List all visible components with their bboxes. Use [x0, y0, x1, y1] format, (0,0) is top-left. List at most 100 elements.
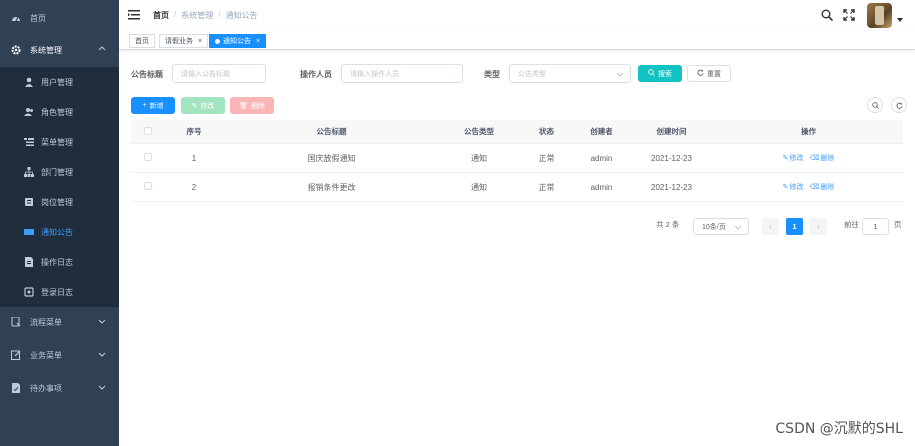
chevron-left-icon: ‹ [769, 222, 772, 231]
cell-status: 正常 [538, 153, 555, 163]
table-header: 序号 公告标题 公告类型 状态 创建者 创建时间 操作 [131, 120, 903, 144]
cell-status: 正常 [538, 182, 555, 192]
avatar[interactable] [867, 3, 892, 28]
chevron-up-icon [97, 44, 107, 54]
next-page-button[interactable]: › [810, 218, 827, 235]
column-header: 公告标题 [316, 127, 347, 136]
tag-leave[interactable]: 请假业务 × [159, 34, 209, 48]
flow-icon [11, 317, 21, 327]
row-delete-link[interactable]: ⌫ 删除 [809, 182, 834, 192]
column-header: 状态 [539, 127, 554, 136]
sidebar-item-menus[interactable]: 菜单管理 [0, 127, 119, 157]
watermark: CSDN @沉默的SHL [775, 421, 903, 437]
toggle-search-button[interactable] [867, 97, 883, 113]
cell-creator: admin [590, 153, 613, 163]
tag-label: 请假业务 [165, 38, 193, 45]
delete-button[interactable]: 🗑 删除 [230, 97, 274, 114]
todo-icon [11, 383, 21, 393]
breadcrumb: 首页 / 系统管理 / 通知公告 [153, 10, 258, 21]
breadcrumb-item: 系统管理 [181, 11, 214, 20]
row-delete-link[interactable]: ⌫ 删除 [809, 153, 834, 163]
search-button[interactable]: 搜索 [638, 65, 682, 82]
sidebar-item-notices[interactable]: 通知公告 [0, 217, 119, 247]
sidebar-item-roles[interactable]: 角色管理 [0, 97, 119, 127]
search-icon[interactable] [821, 9, 834, 23]
reset-button[interactable]: 重置 [687, 65, 731, 82]
goto-label: 前往 [844, 220, 859, 229]
row-checkbox[interactable] [143, 182, 152, 190]
select-all-checkbox[interactable] [143, 126, 152, 135]
search-icon [648, 69, 655, 78]
operator-input[interactable]: 请输入操作人员 [341, 64, 463, 83]
sidebar-item-label: 菜单管理 [41, 137, 73, 147]
tag-label: 首页 [135, 38, 149, 45]
sidebar-item-users[interactable]: 用户管理 [0, 67, 119, 97]
notice-title-input[interactable]: 请输入公告标题 [172, 64, 266, 83]
cell-title: 报销条件更改 [307, 182, 356, 192]
sidebar-item-logininfor[interactable]: 登录日志 [0, 277, 119, 307]
navbar: 首页 / 系统管理 / 通知公告 [119, 0, 915, 31]
sidebar-item-label: 用户管理 [41, 77, 73, 87]
prev-page-button[interactable]: ‹ [762, 218, 779, 235]
fullscreen-icon[interactable] [843, 9, 855, 23]
plus-icon: + [142, 102, 147, 109]
hamburger-icon[interactable] [128, 9, 140, 21]
cell-type: 通知 [471, 182, 487, 192]
breadcrumb-item: 通知公告 [225, 11, 258, 20]
peoples-icon [24, 107, 34, 117]
tag-home[interactable]: 首页 [129, 34, 155, 48]
caret-down-icon[interactable] [897, 16, 903, 22]
sidebar-item-home[interactable]: 首页 [0, 3, 119, 33]
edit-icon: ✎ [782, 155, 789, 162]
notice-type-select[interactable]: 公告类型 [509, 64, 631, 83]
cell-time: 2021-12-23 [651, 153, 692, 163]
row-edit-link[interactable]: ✎ 修改 [783, 182, 804, 192]
sidebar-item-flow[interactable]: 流程菜单 [0, 307, 119, 337]
cell-no: 2 [191, 182, 197, 192]
row-edit-link[interactable]: ✎ 修改 [783, 153, 804, 163]
sidebar-item-label: 业务菜单 [30, 350, 62, 360]
sidebar-item-system[interactable]: 系统管理 [0, 35, 119, 65]
tree-table-icon [24, 137, 34, 147]
trash-icon: ⌫ [809, 184, 820, 191]
sidebar-item-todo[interactable]: 待办事项 [0, 373, 119, 403]
sidebar-item-depts[interactable]: 部门管理 [0, 157, 119, 187]
edit-button[interactable]: ✎ 修改 [181, 97, 225, 114]
cell-creator: admin [590, 182, 613, 192]
sidebar-item-label: 待办事项 [30, 383, 62, 393]
add-button[interactable]: + 新增 [131, 97, 175, 114]
sidebar-item-business[interactable]: 业务菜单 [0, 340, 119, 370]
gear-icon [11, 45, 21, 55]
tree-icon [24, 167, 34, 177]
row-checkbox[interactable] [143, 153, 152, 161]
sidebar-submenu: 用户管理 角色管理 菜单管理 部门管理 岗位管理 通知公告 操作日志 登录日志 [0, 67, 119, 307]
page-size-select[interactable]: 10条/页 [693, 218, 749, 235]
chevron-down-icon [97, 316, 107, 326]
navbar-tools [821, 9, 855, 23]
tag-notice[interactable]: 通知公告 × [209, 34, 267, 48]
notice-title-label: 公告标题 [131, 70, 163, 79]
edit-icon [11, 350, 21, 360]
notice-table: 序号 公告标题 公告类型 状态 创建者 创建时间 操作 1 国庆放假通知 通知 … [131, 120, 903, 202]
sidebar-item-operlog[interactable]: 操作日志 [0, 247, 119, 277]
refresh-icon [697, 69, 704, 78]
sidebar: 首页 系统管理 用户管理 角色管理 菜单管理 部门管理 岗位管理 通知公告 操作… [0, 0, 119, 446]
sidebar-item-label: 角色管理 [41, 107, 73, 117]
sidebar-item-label: 部门管理 [41, 167, 73, 177]
sidebar-item-posts[interactable]: 岗位管理 [0, 187, 119, 217]
sidebar-item-label: 系统管理 [30, 45, 62, 55]
chevron-down-icon [616, 70, 624, 78]
refresh-button[interactable] [891, 97, 907, 113]
breadcrumb-item[interactable]: 首页 [153, 10, 169, 21]
column-header: 操作 [801, 127, 816, 136]
logininfor-icon [24, 287, 34, 297]
user-icon [24, 77, 34, 87]
cell-no: 1 [191, 153, 197, 163]
close-icon[interactable]: × [256, 38, 260, 45]
type-label: 类型 [484, 70, 500, 79]
page-number-current[interactable]: 1 [786, 218, 803, 235]
close-icon[interactable]: × [198, 38, 202, 45]
form-icon [24, 257, 34, 267]
column-header: 创建者 [590, 127, 613, 136]
goto-page-input[interactable]: 1 [862, 218, 889, 235]
